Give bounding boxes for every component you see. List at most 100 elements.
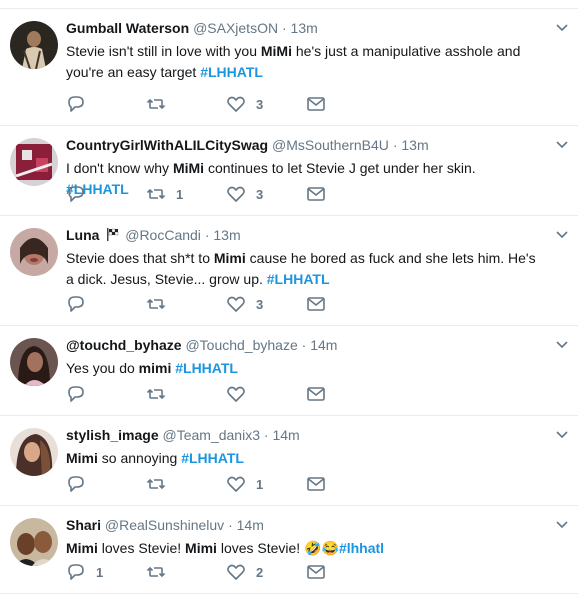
- reply-button[interactable]: [66, 184, 146, 204]
- retweet-button[interactable]: [146, 474, 226, 494]
- direct-message-button[interactable]: [306, 474, 386, 494]
- retweet-button[interactable]: [146, 94, 226, 114]
- tweet-text: Yes you do mimi #LHHATL: [66, 358, 538, 379]
- tweet-text-segment: I don't know why: [66, 160, 173, 176]
- user-handle[interactable]: @RealSunshineluv: [105, 517, 224, 533]
- highlighted-term: MiMi: [260, 43, 292, 59]
- chevron-down-icon[interactable]: [556, 230, 568, 240]
- tweet-header: Shari @RealSunshineluv · 14m: [66, 506, 538, 534]
- hashtag-link[interactable]: #LHHATL: [267, 271, 330, 287]
- direct-message-button[interactable]: [306, 184, 386, 204]
- user-handle[interactable]: @Touchd_byhaze: [185, 337, 297, 353]
- tweet-text-segment: Yes you do: [66, 360, 139, 376]
- tweet[interactable]: Gumball Waterson @SAXjetsON · 13m Stevie…: [0, 8, 578, 126]
- user-fullname[interactable]: CountryGirlWithALILCitySwag: [66, 137, 268, 153]
- retweet-icon: [146, 566, 166, 578]
- likes-count: 3: [256, 296, 264, 312]
- user-fullname[interactable]: Luna: [66, 227, 99, 243]
- tweet-header: Luna @RocCandi · 13m: [66, 216, 538, 244]
- reply-icon: [68, 296, 84, 312]
- tweet-text-segment: loves Stevie! 🤣😂: [216, 540, 339, 556]
- timestamp[interactable]: 14m: [272, 427, 299, 443]
- avatar[interactable]: [10, 518, 58, 566]
- direct-message-button[interactable]: [306, 94, 386, 114]
- retweet-icon: [146, 388, 166, 400]
- tweet-header: CountryGirlWithALILCitySwag @MsSouthernB…: [66, 126, 538, 154]
- chevron-down-icon[interactable]: [556, 340, 568, 350]
- like-button[interactable]: 1: [226, 474, 306, 494]
- tweet-actions: 1: [66, 475, 386, 493]
- tweet[interactable]: @touchd_byhaze @Touchd_byhaze · 14m Yes …: [0, 326, 578, 416]
- tweet-text-segment: continues to let Stevie J get under her …: [204, 160, 480, 176]
- heart-icon: [227, 476, 245, 492]
- hashtag-link[interactable]: #lhhatl: [339, 540, 384, 556]
- timestamp[interactable]: 13m: [213, 227, 240, 243]
- timestamp[interactable]: 13m: [291, 20, 318, 36]
- likes-count: 1: [256, 476, 264, 492]
- user-handle[interactable]: @RocCandi: [125, 227, 201, 243]
- tweet[interactable]: Shari @RealSunshineluv · 14m Mimi loves …: [0, 506, 578, 594]
- avatar[interactable]: [10, 428, 58, 476]
- tweet-text: Mimi so annoying #LHHATL: [66, 448, 538, 469]
- highlighted-term: mimi: [138, 360, 172, 376]
- heart-icon: [227, 386, 245, 402]
- tweet-actions: 3: [66, 295, 386, 313]
- reply-button[interactable]: [66, 384, 146, 404]
- reply-button[interactable]: [66, 94, 146, 114]
- like-button[interactable]: [226, 384, 306, 404]
- reply-icon: [68, 476, 84, 492]
- avatar[interactable]: [10, 228, 58, 276]
- tweet-header: Gumball Waterson @SAXjetsON · 13m: [66, 9, 538, 37]
- timestamp[interactable]: 14m: [237, 517, 264, 533]
- retweet-button[interactable]: 1: [146, 184, 226, 204]
- envelope-icon: [307, 565, 325, 579]
- hashtag-link[interactable]: #LHHATL: [175, 360, 238, 376]
- retweet-button[interactable]: [146, 294, 226, 314]
- timestamp[interactable]: 14m: [310, 337, 337, 353]
- like-button[interactable]: 3: [226, 94, 306, 114]
- user-handle[interactable]: @Team_danix3: [163, 427, 261, 443]
- tweet-text-segment: so annoying: [97, 450, 182, 466]
- direct-message-button[interactable]: [306, 562, 386, 582]
- retweet-button[interactable]: [146, 562, 226, 582]
- tweet-text-segment: Stevie does that sh*t to: [66, 250, 214, 266]
- like-button[interactable]: 3: [226, 294, 306, 314]
- tweet-actions: 3: [66, 95, 386, 113]
- user-fullname[interactable]: stylish_image: [66, 427, 159, 443]
- reply-button[interactable]: [66, 474, 146, 494]
- tweet-actions: 13: [66, 185, 386, 203]
- separator-dot: ·: [228, 517, 233, 533]
- reply-icon: [68, 186, 84, 202]
- tweet[interactable]: stylish_image @Team_danix3 · 14m Mimi so…: [0, 416, 578, 506]
- likes-count: 3: [256, 96, 264, 112]
- likes-count: 3: [256, 186, 264, 202]
- chevron-down-icon[interactable]: [556, 520, 568, 530]
- likes-count: 2: [256, 564, 264, 580]
- user-fullname[interactable]: @touchd_byhaze: [66, 337, 182, 353]
- user-fullname[interactable]: Shari: [66, 517, 101, 533]
- chevron-down-icon[interactable]: [556, 430, 568, 440]
- direct-message-button[interactable]: [306, 384, 386, 404]
- tweet[interactable]: Luna @RocCandi · 13m Stevie does that sh…: [0, 216, 578, 326]
- user-fullname[interactable]: Gumball Waterson: [66, 20, 189, 36]
- envelope-icon: [307, 387, 325, 401]
- reply-button[interactable]: [66, 294, 146, 314]
- like-button[interactable]: 2: [226, 562, 306, 582]
- like-button[interactable]: 3: [226, 184, 306, 204]
- retweet-icon: [146, 98, 166, 110]
- reply-button[interactable]: 1: [66, 562, 146, 582]
- user-handle[interactable]: @MsSouthernB4U: [272, 137, 389, 153]
- avatar[interactable]: [10, 138, 58, 186]
- reply-icon: [68, 386, 84, 402]
- timestamp[interactable]: 13m: [401, 137, 428, 153]
- avatar[interactable]: [10, 338, 58, 386]
- chevron-down-icon[interactable]: [556, 23, 568, 33]
- retweet-button[interactable]: [146, 384, 226, 404]
- chevron-down-icon[interactable]: [556, 140, 568, 150]
- tweet[interactable]: CountryGirlWithALILCitySwag @MsSouthernB…: [0, 126, 578, 216]
- user-handle[interactable]: @SAXjetsON: [193, 20, 278, 36]
- avatar[interactable]: [10, 21, 58, 69]
- hashtag-link[interactable]: #LHHATL: [200, 64, 263, 80]
- direct-message-button[interactable]: [306, 294, 386, 314]
- hashtag-link[interactable]: #LHHATL: [181, 450, 244, 466]
